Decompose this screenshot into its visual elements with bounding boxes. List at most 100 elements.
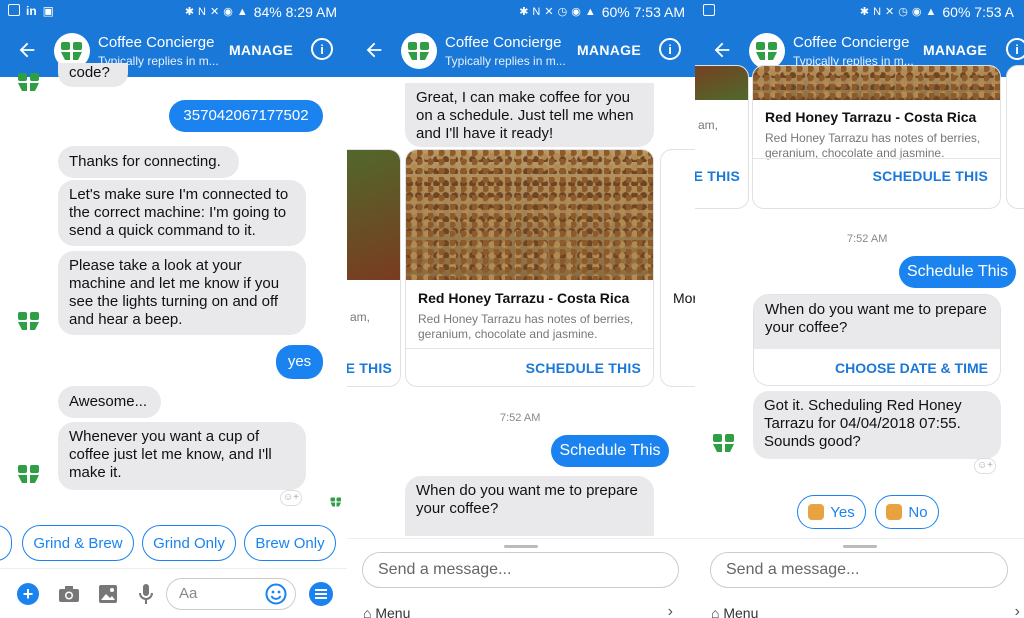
bot-message: Let's make sure I'm connected to the cor…: [58, 180, 306, 246]
clock: 8:29 AM: [285, 3, 337, 20]
schedule-this-button[interactable]: SCHEDULE THIS: [526, 360, 641, 376]
plus-icon[interactable]: +: [17, 583, 39, 605]
chat-title: Coffee Concierge: [445, 34, 562, 51]
info-icon[interactable]: i: [311, 38, 333, 60]
microphone-icon[interactable]: [138, 583, 154, 605]
mute-icon: ✕: [544, 6, 554, 18]
home-icon: ⌂: [363, 605, 372, 618]
coffee-concierge-logo: [401, 33, 437, 69]
manage-button[interactable]: MANAGE: [577, 42, 641, 58]
mute-icon: ✕: [885, 6, 895, 18]
info-icon[interactable]: i: [1006, 38, 1024, 60]
chat-panel-3: ✱ N ✕ ◷ ◉ ▲ 60% 7:53 A Coffee Concierge Typic…: [695, 0, 1024, 618]
product-card-partial[interactable]: [1006, 65, 1024, 209]
battery-level: 60%: [601, 3, 630, 20]
battery-level: 60%: [942, 3, 971, 20]
drag-handle[interactable]: [504, 545, 538, 548]
bot-avatar-icon: [18, 312, 39, 330]
thumbs-up-icon: [808, 504, 825, 520]
quick-reply-yes[interactable]: Yes: [797, 495, 866, 529]
image-icon: ▣: [42, 4, 55, 18]
quick-reply-no[interactable]: No: [875, 495, 939, 529]
composer: Send a message... ⌂ Menu ›: [347, 538, 695, 618]
back-arrow-icon[interactable]: [363, 39, 385, 61]
message-input[interactable]: Send a message...: [362, 552, 679, 588]
camera-icon[interactable]: [58, 585, 80, 603]
app-bar: Coffee Concierge Typically replies in m.…: [0, 23, 347, 77]
user-message: 357042067177502: [169, 100, 323, 132]
message-list[interactable]: am, E THIS Red Honey Tarrazu - Costa Ric…: [695, 65, 1024, 618]
bot-prompt-card: When do you want me to prepare your coff…: [753, 294, 1001, 386]
bot-message: Awesome...: [58, 386, 161, 418]
product-card-partial[interactable]: Mor: [660, 149, 695, 387]
quick-reply-grind-only[interactable]: Grind Only: [142, 525, 236, 561]
bot-avatar-icon: [18, 73, 39, 91]
battery-level: 84%: [253, 3, 282, 20]
mute-icon: ✕: [209, 6, 220, 18]
bot-message: When do you want me to prepare your coff…: [405, 476, 654, 536]
chat-title: Coffee Concierge: [793, 34, 910, 51]
wifi-icon: ◉: [571, 6, 581, 18]
back-arrow-icon[interactable]: [711, 39, 733, 61]
bot-message: Please take a look at your machine and l…: [58, 251, 306, 335]
app-icon: [703, 4, 715, 16]
choose-date-time-button[interactable]: CHOOSE DATE & TIME: [754, 349, 1000, 385]
bot-message: Got it. Scheduling Red Honey Tarrazu for…: [753, 391, 1001, 459]
emoji-icon[interactable]: [265, 583, 287, 605]
composer: Send a message... ⌂ Menu ›: [695, 538, 1024, 618]
info-icon[interactable]: i: [659, 38, 681, 60]
user-message: yes: [276, 345, 323, 379]
drag-handle[interactable]: [842, 545, 877, 548]
chevron-right-icon[interactable]: ›: [1015, 603, 1020, 618]
clock: 7:53 A: [974, 3, 1014, 20]
menu-icon[interactable]: [309, 582, 333, 606]
manage-button[interactable]: MANAGE: [229, 42, 293, 58]
product-image: [753, 66, 1000, 100]
gallery-icon[interactable]: [98, 584, 118, 604]
bot-avatar-icon: [18, 465, 39, 483]
chat-panel-1: in ▣ ✱ N ✕ ◉ ▲ 84% 8:29 AM Coffee Concierge T…: [0, 0, 347, 618]
product-card-partial[interactable]: am, E THIS: [347, 149, 401, 387]
status-bar: ✱ N ✕ ◷ ◉ ▲ 60% 7:53 A: [695, 0, 1024, 23]
timestamp: 7:52 AM: [847, 233, 888, 245]
app-icon: [8, 4, 20, 16]
bot-message: code?: [58, 63, 128, 87]
chevron-right-icon[interactable]: ›: [668, 603, 673, 618]
product-title: Red Honey Tarrazu - Costa Rica: [765, 109, 977, 125]
seen-avatar-icon: [330, 497, 341, 507]
persistent-menu[interactable]: ⌂ Menu: [363, 605, 410, 618]
signal-icon: ▲: [584, 5, 596, 18]
status-bar: ✱ N ✕ ◷ ◉ ▲ 60% 7:53 AM: [347, 0, 695, 23]
react-emoji-icon[interactable]: ☺+: [280, 490, 302, 506]
chat-title: Coffee Concierge: [98, 34, 215, 51]
bot-message: Thanks for connecting.: [58, 146, 239, 178]
user-message: Schedule This: [551, 435, 669, 467]
quick-reply-brew-only[interactable]: Brew Only: [244, 525, 336, 561]
timestamp: 7:52 AM: [500, 412, 541, 424]
back-arrow-icon[interactable]: [16, 39, 38, 61]
product-title: Red Honey Tarrazu - Costa Rica: [418, 290, 630, 306]
bot-message: Great, I can make coffee for you on a sc…: [405, 83, 654, 147]
app-bar: Coffee Concierge Typically replies in m.…: [347, 23, 695, 77]
product-card: Red Honey Tarrazu - Costa Rica Red Honey…: [405, 149, 654, 387]
message-input[interactable]: Send a message...: [710, 552, 1008, 588]
wifi-icon: ◉: [223, 6, 233, 18]
manage-button[interactable]: MANAGE: [923, 42, 987, 58]
react-emoji-icon[interactable]: ☺+: [974, 458, 996, 474]
quick-reply-grind-brew[interactable]: Grind & Brew: [22, 525, 134, 561]
alarm-icon: ◷: [557, 6, 568, 18]
nfc-icon: N: [532, 5, 541, 18]
home-icon: ⌂: [711, 605, 720, 618]
product-card-partial[interactable]: am, E THIS: [695, 65, 749, 209]
persistent-menu[interactable]: ⌂ Menu: [711, 605, 758, 618]
nfc-icon: N: [873, 5, 882, 18]
coffee-concierge-logo: [749, 33, 785, 69]
message-list[interactable]: Great, I can make coffee for you on a sc…: [347, 77, 695, 618]
bluetooth-icon: ✱: [859, 6, 870, 18]
product-description: Red Honey Tarrazu has notes of berries, …: [418, 312, 634, 341]
bluetooth-icon: ✱: [519, 6, 529, 18]
user-message: Schedule This: [899, 256, 1016, 288]
schedule-this-button[interactable]: SCHEDULE THIS: [873, 168, 988, 184]
linkedin-icon: in: [26, 4, 37, 18]
nfc-icon: N: [198, 5, 206, 18]
